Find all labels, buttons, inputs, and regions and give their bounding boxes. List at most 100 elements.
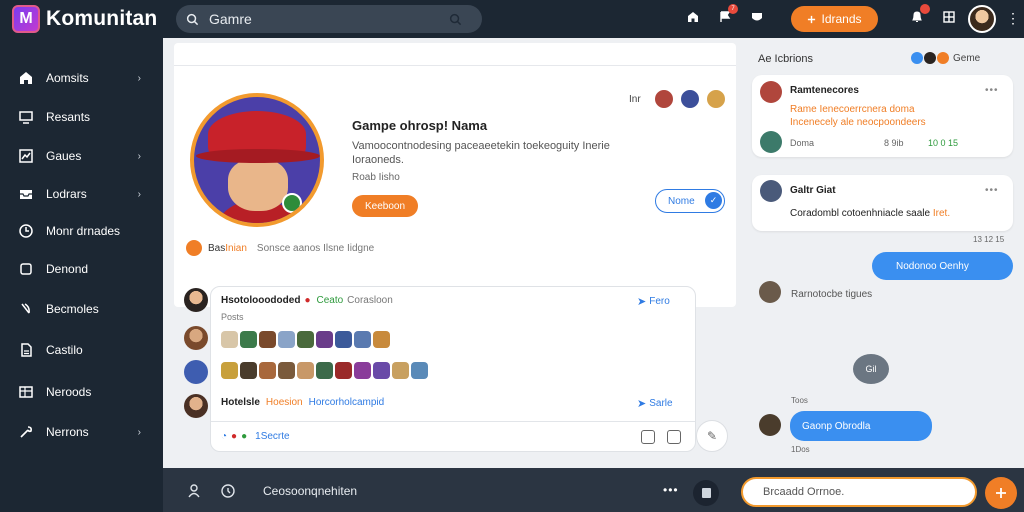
logo[interactable]: M Komunitan (12, 5, 157, 33)
game-thumb[interactable] (411, 362, 428, 379)
sidebar-item-6[interactable]: Becmoles (0, 294, 163, 324)
chat-avatar[interactable] (760, 81, 782, 103)
share-action[interactable]: ➤ Fero (637, 295, 670, 308)
grid-icon[interactable] (940, 8, 958, 26)
search-box[interactable] (176, 5, 482, 33)
feed-avatar[interactable] (184, 394, 208, 418)
cta-button[interactable]: Idrands (791, 6, 878, 32)
message-text: Gaonp Obrodla (802, 420, 871, 432)
flag-icon[interactable]: 7 (716, 4, 738, 26)
like-icon[interactable]: ● (241, 431, 247, 442)
game-thumb[interactable] (316, 362, 333, 379)
compose-button[interactable]: ✎ (696, 420, 728, 452)
heart-icon[interactable]: ● (231, 431, 237, 442)
game-thumb[interactable] (278, 331, 295, 348)
chat-card[interactable]: Ramtenecores ••• Rame Ienecoerrcnera dom… (752, 75, 1013, 157)
chat-avatar[interactable] (759, 281, 781, 303)
bell-icon[interactable] (908, 4, 930, 26)
members-row[interactable]: Inr (629, 88, 727, 110)
game-thumb[interactable] (297, 331, 314, 348)
footer-highlight[interactable]: Inian (225, 243, 247, 254)
comment-tools (641, 430, 681, 444)
emoji-icon[interactable]: ◔ (221, 431, 227, 442)
comment-bar[interactable]: ◔ ● ● 1Secrte (211, 421, 695, 451)
game-thumb[interactable] (278, 362, 295, 379)
sidebar-item-7[interactable]: Castilo (0, 335, 163, 365)
feed-avatar[interactable] (184, 288, 208, 312)
game-thumb[interactable] (259, 362, 276, 379)
post-author[interactable]: Hotelsle (221, 397, 260, 408)
primary-button[interactable]: Keeboon (352, 195, 418, 217)
sidebar: Aomsits › Resants Gaues › Lodrars › Monr… (0, 38, 163, 512)
game-thumb[interactable] (316, 331, 333, 348)
chat-avatar[interactable] (760, 180, 782, 202)
game-thumb[interactable] (297, 362, 314, 379)
message-input[interactable] (741, 477, 977, 507)
game-thumb[interactable] (221, 362, 238, 379)
post-tag[interactable]: Ceato (316, 295, 343, 306)
search-submit-icon[interactable] (449, 13, 462, 26)
home-icon (17, 69, 35, 87)
chat-header-right[interactable]: Geme (911, 52, 980, 64)
sidebar-item-3[interactable]: Lodrars › (0, 179, 163, 209)
sidebar-item-4[interactable]: Monr drnades (0, 216, 163, 246)
message-bubble[interactable]: Gaonp Obrodla (790, 411, 932, 441)
share-action[interactable]: ➤ Sarle (637, 397, 673, 410)
game-thumb[interactable] (335, 331, 352, 348)
kebab-icon[interactable]: ⋮ (1006, 10, 1020, 27)
more-icon[interactable]: ••• (663, 483, 679, 497)
sidebar-item-9[interactable]: Nerrons › (0, 417, 163, 447)
message-text: Rarnotocbe tigues (791, 289, 873, 300)
message-bubble[interactable]: Nodonoo Oenhy (872, 252, 1013, 280)
send-button[interactable] (985, 477, 1017, 509)
game-thumb[interactable] (259, 331, 276, 348)
sidebar-item-1[interactable]: Resants (0, 102, 163, 132)
thumb-row (221, 362, 428, 379)
verified-badge-icon (282, 193, 302, 213)
inbox-icon (17, 185, 35, 203)
game-thumb[interactable] (240, 362, 257, 379)
game-thumb[interactable] (354, 362, 371, 379)
logo-icon: M (12, 5, 40, 33)
member-avatar[interactable] (704, 88, 727, 110)
image-icon[interactable] (641, 430, 655, 444)
more-icon[interactable]: ••• (985, 185, 999, 196)
sidebar-item-0[interactable]: Aomsits › (0, 63, 163, 93)
chat-card[interactable]: Galtr Giat ••• Coradombl cotoenhniacle s… (752, 175, 1013, 231)
timestamp: 13 12 15 (973, 235, 1005, 244)
shield-icon[interactable] (748, 8, 766, 26)
clock-icon[interactable] (219, 482, 237, 500)
message-bubble[interactable]: Gil (853, 354, 889, 384)
chat-avatar[interactable] (759, 414, 781, 436)
feed-avatar[interactable] (184, 360, 208, 384)
member-avatar[interactable] (678, 88, 701, 110)
member-avatar[interactable] (652, 88, 675, 110)
sidebar-item-8[interactable]: Neroods (0, 377, 163, 407)
search-input[interactable] (209, 11, 449, 27)
game-thumb[interactable] (373, 331, 390, 348)
feed-avatar[interactable] (184, 326, 208, 350)
main-panel: Gampe ohrosp! Nama Vamoocontnodesing pac… (163, 38, 745, 468)
people-icon[interactable] (185, 482, 203, 500)
bird-icon: ➤ (637, 296, 647, 308)
game-thumb[interactable] (373, 362, 390, 379)
game-thumb[interactable] (240, 331, 257, 348)
chat-avatar[interactable] (760, 131, 782, 153)
user-avatar[interactable] (968, 5, 996, 33)
stop-icon[interactable] (693, 480, 719, 506)
game-thumb[interactable] (221, 331, 238, 348)
game-thumb[interactable] (354, 331, 371, 348)
profile-sub-label: Roab Iisho (352, 172, 400, 183)
game-thumb[interactable] (335, 362, 352, 379)
sidebar-item-2[interactable]: Gaues › (0, 141, 163, 171)
post-tag[interactable]: Hoesion (266, 397, 303, 408)
post-author[interactable]: Hsotolooododed (221, 295, 300, 306)
post-link[interactable]: Horcorholcampid (309, 397, 385, 408)
more-icon[interactable]: ••• (985, 85, 999, 96)
follow-button[interactable]: Nome ✓ (655, 189, 725, 213)
sidebar-item-5[interactable]: Denond (0, 254, 163, 284)
profile-avatar[interactable] (190, 93, 324, 227)
home-icon[interactable] (684, 8, 702, 26)
attach-icon[interactable] (667, 430, 681, 444)
game-thumb[interactable] (392, 362, 409, 379)
